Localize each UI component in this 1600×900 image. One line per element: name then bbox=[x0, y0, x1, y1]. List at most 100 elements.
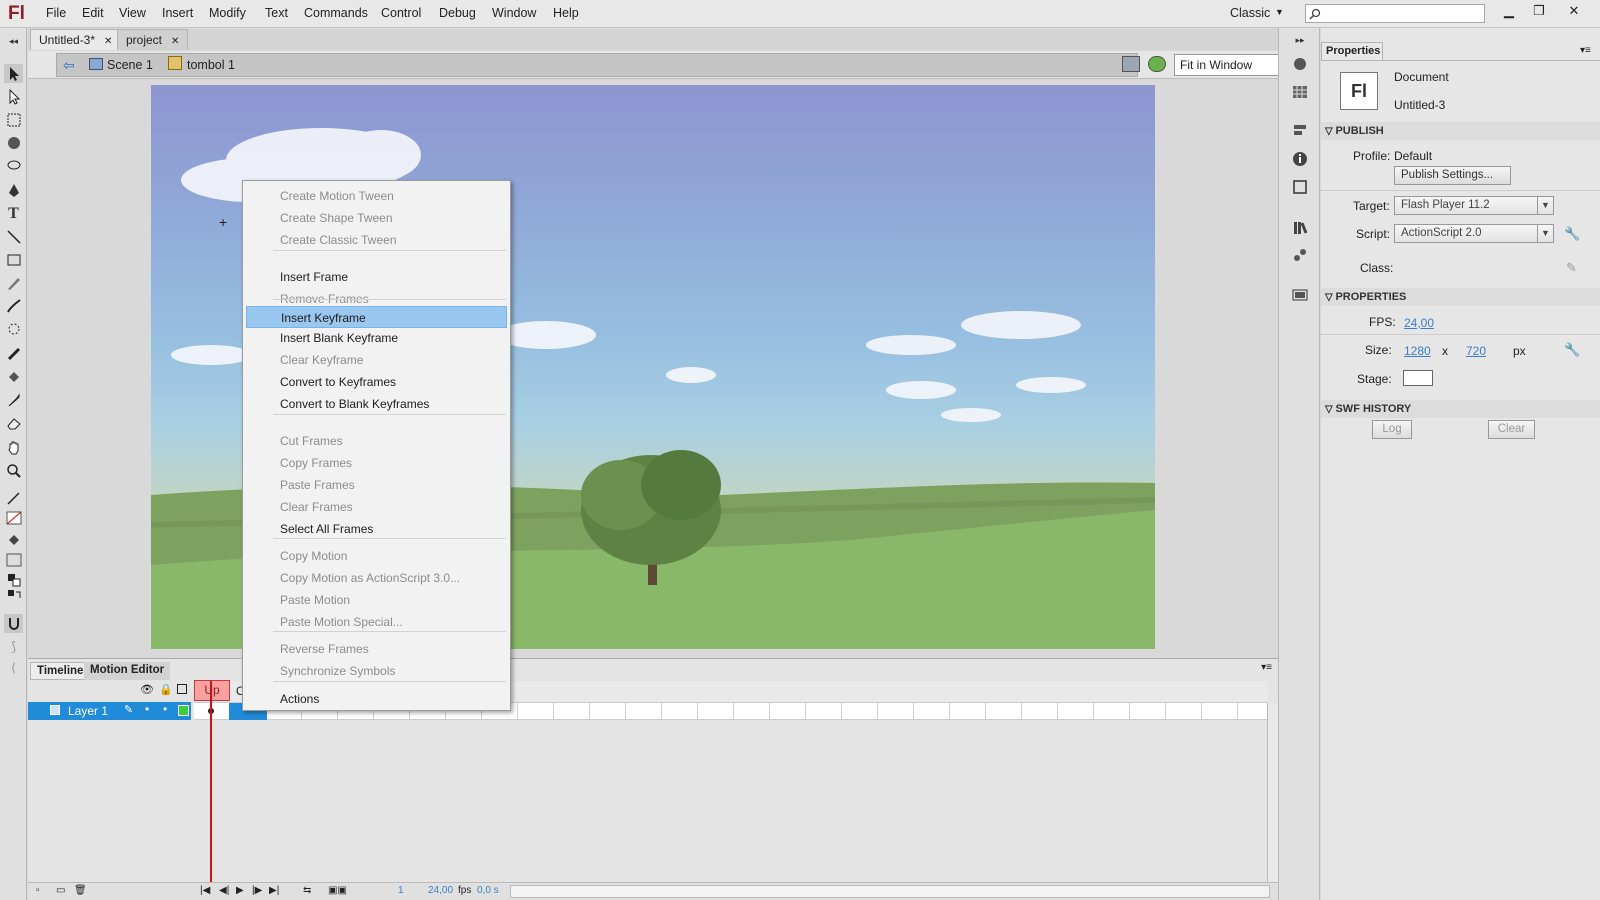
menu-insert[interactable]: Insert bbox=[162, 6, 193, 20]
time-readout[interactable]: 0,0 s bbox=[477, 885, 499, 896]
horizontal-scrollbar[interactable] bbox=[510, 885, 1270, 898]
layer-outline-color[interactable] bbox=[178, 705, 189, 716]
smooth-icon[interactable]: ⟆ bbox=[4, 637, 23, 656]
menu-text[interactable]: Text bbox=[265, 6, 288, 20]
context-menu-item-convert-to-keyframes[interactable]: Convert to Keyframes bbox=[246, 371, 507, 393]
hand-tool-icon[interactable] bbox=[4, 438, 23, 457]
back-arrow-icon[interactable]: ⇦ bbox=[63, 57, 75, 74]
visibility-dot-icon[interactable]: • bbox=[145, 702, 149, 716]
paint-bucket-icon[interactable] bbox=[4, 367, 23, 386]
publish-settings-button[interactable]: Publish Settings... bbox=[1394, 166, 1511, 185]
publish-header[interactable]: PUBLISH bbox=[1325, 125, 1383, 137]
components-panel-icon[interactable] bbox=[1290, 284, 1310, 304]
eye-icon[interactable]: 👁 bbox=[140, 683, 154, 696]
expand-icon[interactable]: ▸▸ bbox=[1290, 30, 1310, 50]
menu-view[interactable]: View bbox=[119, 6, 146, 20]
menu-debug[interactable]: Debug bbox=[439, 6, 476, 20]
text-tool-icon[interactable]: T bbox=[4, 204, 23, 223]
first-frame-icon[interactable]: |◀ bbox=[200, 885, 210, 896]
menu-window[interactable]: Window bbox=[492, 6, 536, 20]
menu-control[interactable]: Control bbox=[381, 6, 421, 20]
close-icon[interactable]: ✕ bbox=[1560, 2, 1588, 22]
rectangle-tool-icon[interactable] bbox=[4, 250, 23, 269]
log-button[interactable]: Log bbox=[1372, 420, 1412, 439]
library-panel-icon[interactable] bbox=[1290, 218, 1310, 238]
clear-button[interactable]: Clear bbox=[1488, 420, 1535, 439]
panel-menu-icon[interactable]: ▾≡ bbox=[1261, 662, 1272, 673]
pencil-icon[interactable]: ✎ bbox=[1566, 260, 1577, 276]
menu-help[interactable]: Help bbox=[553, 6, 579, 20]
wrench-icon[interactable]: 🔧 bbox=[1564, 226, 1580, 242]
properties-header[interactable]: PROPERTIES bbox=[1325, 291, 1406, 303]
breadcrumb-scene[interactable]: Scene 1 bbox=[107, 58, 153, 72]
zoom-tool-icon[interactable] bbox=[4, 461, 23, 480]
layer-name[interactable]: Layer 1 bbox=[68, 704, 108, 718]
swatches-panel-icon[interactable] bbox=[1290, 82, 1310, 102]
subselection-tool-icon[interactable] bbox=[4, 87, 23, 106]
free-transform-icon[interactable] bbox=[4, 110, 23, 129]
eraser-icon[interactable] bbox=[4, 413, 23, 432]
context-menu-item-insert-keyframe[interactable]: Insert Keyframe bbox=[246, 306, 507, 328]
line-tool-icon[interactable] bbox=[4, 227, 23, 246]
fill-swatch-icon[interactable] bbox=[4, 550, 23, 569]
context-menu-item-insert-blank-keyframe[interactable]: Insert Blank Keyframe bbox=[246, 327, 507, 349]
menu-file[interactable]: File bbox=[46, 6, 66, 20]
pen-tool-icon[interactable] bbox=[4, 181, 23, 200]
workspace-switcher[interactable]: Classic bbox=[1230, 6, 1270, 20]
straighten-icon[interactable]: ⟨ bbox=[4, 658, 23, 677]
frame-label-up[interactable]: Up bbox=[194, 680, 230, 701]
last-frame-icon[interactable]: ▶| bbox=[269, 885, 279, 896]
stage-color-swatch[interactable] bbox=[1403, 370, 1433, 386]
context-menu-item-insert-frame[interactable]: Insert Frame bbox=[246, 266, 507, 288]
next-frame-icon[interactable]: |▶ bbox=[252, 885, 262, 896]
collapse-icon[interactable]: ◂◂ bbox=[4, 32, 23, 51]
eyedropper-icon[interactable] bbox=[4, 390, 23, 409]
fps-readout[interactable]: 24,00 bbox=[428, 885, 453, 896]
lock-dot-icon[interactable]: • bbox=[163, 702, 167, 716]
loop-icon[interactable]: ⇆ bbox=[303, 885, 311, 896]
new-folder-icon[interactable]: ▭ bbox=[56, 885, 65, 896]
lock-icon[interactable]: 🔒 bbox=[159, 683, 173, 696]
swap-colors-icon[interactable] bbox=[4, 586, 23, 605]
minimize-icon[interactable]: ▁ bbox=[1495, 2, 1523, 22]
stroke-swatch-icon[interactable] bbox=[4, 508, 23, 527]
context-menu-item-convert-to-blank-keyframes[interactable]: Convert to Blank Keyframes bbox=[246, 393, 507, 415]
chevron-down-icon[interactable]: ▼ bbox=[1275, 7, 1284, 17]
restore-icon[interactable]: ❐ bbox=[1525, 2, 1553, 22]
lasso-icon[interactable] bbox=[4, 156, 23, 175]
3d-rotation-icon[interactable] bbox=[4, 133, 23, 152]
menu-edit[interactable]: Edit bbox=[82, 6, 104, 20]
height-value[interactable]: 720 bbox=[1466, 344, 1486, 358]
layer-row[interactable]: Layer 1 ✎ • • bbox=[28, 702, 191, 720]
playhead[interactable] bbox=[210, 681, 212, 889]
close-icon[interactable]: ✕ bbox=[104, 36, 112, 47]
play-icon[interactable]: ▶ bbox=[236, 885, 244, 896]
outline-icon[interactable] bbox=[177, 684, 187, 694]
stroke-color-icon[interactable] bbox=[4, 488, 23, 507]
motion-presets-icon[interactable] bbox=[1290, 245, 1310, 265]
timeline-scrollbar[interactable] bbox=[1267, 703, 1278, 887]
search-input[interactable] bbox=[1305, 4, 1485, 23]
color-panel-icon[interactable] bbox=[1290, 54, 1310, 74]
deco-tool-icon[interactable] bbox=[4, 319, 23, 338]
tab-timeline[interactable]: Timeline bbox=[30, 662, 91, 680]
snap-magnet-icon[interactable] bbox=[4, 614, 23, 633]
panel-menu-icon[interactable]: ▾≡ bbox=[1580, 45, 1591, 56]
brush-tool-icon[interactable] bbox=[4, 296, 23, 315]
delete-layer-icon[interactable]: 🗑 bbox=[74, 885, 87, 896]
edit-symbols-icon[interactable] bbox=[1148, 56, 1166, 72]
doc-tab-project[interactable]: project ✕ bbox=[117, 29, 189, 50]
pencil-tool-icon[interactable] bbox=[4, 273, 23, 292]
prev-frame-icon[interactable]: ◀| bbox=[219, 885, 229, 896]
onion-skin-icon[interactable]: ▣▣ bbox=[328, 885, 347, 896]
width-value[interactable]: 1280 bbox=[1404, 344, 1431, 358]
new-layer-icon[interactable]: ▫ bbox=[36, 885, 40, 896]
align-panel-icon[interactable] bbox=[1290, 120, 1310, 140]
selection-tool-icon[interactable] bbox=[4, 64, 23, 83]
close-icon[interactable]: ✕ bbox=[171, 36, 179, 47]
current-frame[interactable]: 1 bbox=[398, 885, 404, 896]
menu-commands[interactable]: Commands bbox=[304, 6, 368, 20]
doc-tab-untitled-3[interactable]: Untitled-3* ✕ bbox=[30, 29, 122, 50]
breadcrumb-symbol[interactable]: tombol 1 bbox=[187, 58, 235, 72]
history-header[interactable]: SWF HISTORY bbox=[1325, 403, 1411, 415]
